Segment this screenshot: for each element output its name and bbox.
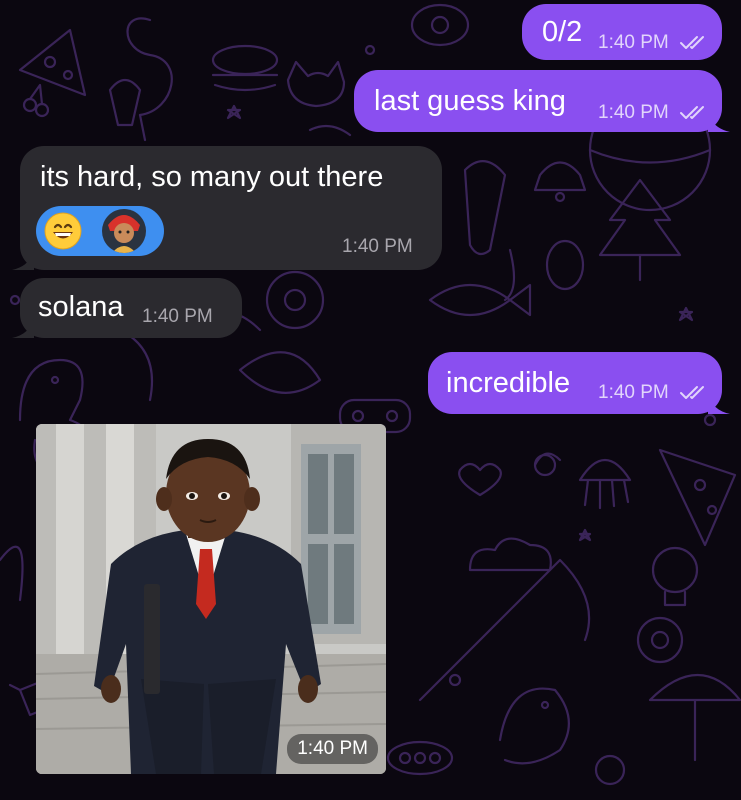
message-text: 0/2 [542,16,583,48]
message-time: 1:40 PM [598,382,669,403]
message-text: incredible [446,367,571,399]
bubble-tail [12,250,34,270]
double-check-icon [680,106,705,119]
message-time: 1:40 PM [342,236,413,257]
outgoing-message[interactable]: incredible 1:40 PM [428,352,730,414]
message-text: its hard, so many out there [40,161,384,193]
avatar-icon [102,209,146,253]
incoming-message[interactable]: its hard, so many out there 1:40 PM [12,146,442,270]
message-text: solana [38,291,124,323]
photo-image [36,424,386,774]
message-meta: 1:40 PM [598,32,709,54]
outgoing-message[interactable]: last guess king 1:40 PM [354,70,730,132]
incoming-message[interactable]: solana 1:40 PM [12,278,242,338]
message-time: 1:40 PM [287,734,378,764]
message-reactions[interactable] [36,206,164,256]
message-meta: 1:40 PM [598,102,709,124]
message-time: 1:40 PM [598,32,669,53]
message-time: 1:40 PM [598,102,669,123]
message-time: 1:40 PM [142,306,213,327]
message-text: last guess king [374,85,566,117]
photo-message[interactable]: 1:40 PM [36,424,386,774]
reaction-user-avatar [102,209,146,253]
double-check-icon [680,386,705,399]
bubble-tail [708,112,730,132]
message-meta: 1:40 PM [598,382,709,404]
grinning-face-emoji-icon [44,212,82,250]
double-check-icon [680,36,705,49]
outgoing-message[interactable]: 0/2 1:40 PM [522,4,722,60]
bubble-tail [708,394,730,414]
bubble-tail [12,318,34,338]
